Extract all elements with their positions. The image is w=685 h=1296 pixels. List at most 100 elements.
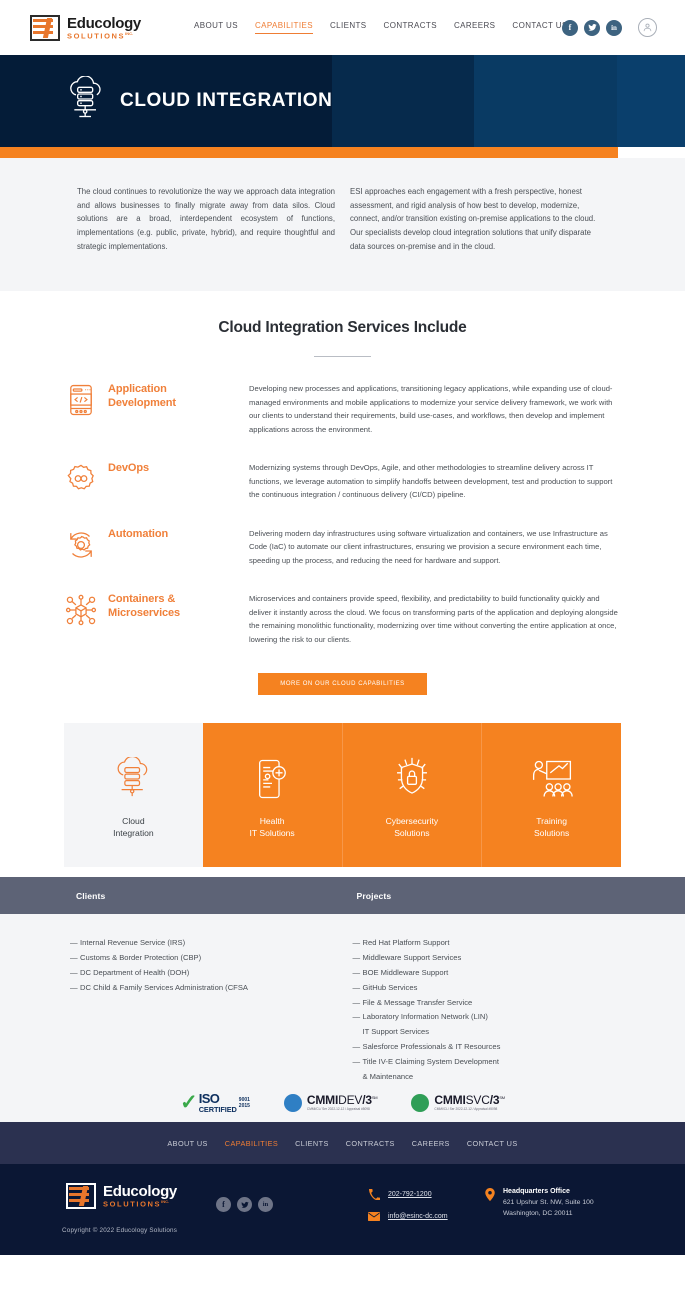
- footer-nav-item-clients[interactable]: CLIENTS: [295, 1139, 329, 1148]
- service-name-containers-microservices: Containers & Microservices: [108, 593, 181, 620]
- footer-address: Headquarters Office 621 Upshur St. NW, S…: [485, 1188, 594, 1218]
- footer-phone-row: 202-792-1200: [368, 1188, 448, 1200]
- nav-item-about-us[interactable]: ABOUT US: [194, 21, 238, 34]
- facebook-icon[interactable]: f: [216, 1197, 231, 1213]
- tile-label-training-solutions: Training Solutions: [533, 815, 570, 839]
- clients-projects-section: Clients — Internal Revenue Service (IRS) …: [0, 877, 685, 1084]
- footer-social-group: f in: [216, 1197, 273, 1213]
- service-desc-application-development: Developing new processes and application…: [249, 384, 613, 434]
- footer-email-row: info@esinc-dc.com: [368, 1210, 448, 1222]
- clients-header: Clients: [0, 877, 343, 915]
- certifications-bar: ✓ ISO CERTIFIED 9001 2015 CMMIDEV/3SM CMM…: [0, 1083, 685, 1123]
- address-line-1: 621 Upshur St. NW, Suite 100: [503, 1199, 594, 1207]
- educology-logo-icon: [30, 14, 60, 41]
- phone-icon: [368, 1188, 380, 1200]
- footer-email-link[interactable]: info@esinc-dc.com: [388, 1213, 448, 1220]
- footer-contact: 202-792-1200 info@esinc-dc.com: [368, 1188, 448, 1232]
- service-desc-automation: Delivering modern day infrastructures us…: [249, 528, 608, 565]
- site-header: Educology SOLUTIONSINC. ABOUT US CAPABIL…: [0, 0, 685, 55]
- training-board-icon: [531, 757, 573, 801]
- clients-heading: Clients: [76, 890, 106, 901]
- intro-section: The cloud continues to revolutionize the…: [0, 158, 685, 292]
- list-item: — Laboratory Information Network (LIN) IT…: [352, 1012, 488, 1037]
- services-title: Cloud Integration Services Include: [218, 319, 467, 337]
- service-desc-devops: Modernizing systems through DevOps, Agil…: [249, 463, 613, 500]
- list-item: — Red Hat Platform Support: [352, 938, 450, 948]
- linkedin-icon[interactable]: in: [606, 19, 622, 36]
- tile-cybersecurity-solutions[interactable]: Cybersecurity Solutions: [342, 723, 483, 868]
- list-item: — DC Child & Family Services Administrati…: [70, 982, 248, 992]
- list-item: — Customs & Border Protection (CBP): [70, 953, 202, 963]
- map-pin-icon: [485, 1188, 495, 1218]
- footer-nav-item-capabilities[interactable]: CAPABILITIES: [225, 1139, 278, 1148]
- footer-phone-link[interactable]: 202-792-1200: [388, 1191, 432, 1198]
- service-row-application-development: Application Development Developing new pr…: [0, 380, 685, 436]
- projects-header: Projects: [342, 877, 685, 915]
- list-item: — File & Message Transfer Service: [352, 997, 473, 1007]
- copyright-text: Copyright © 2022 Educology Solutions: [62, 1227, 178, 1235]
- footer-nav-item-contracts[interactable]: CONTRACTS: [346, 1139, 395, 1148]
- twitter-icon[interactable]: [237, 1197, 252, 1213]
- tile-label-health-it-solutions: Health IT Solutions: [249, 815, 295, 839]
- list-item: — Middleware Support Services: [352, 953, 462, 963]
- list-item: — Title IV-E Claiming System Development …: [352, 1056, 499, 1081]
- tile-health-it-solutions[interactable]: Health IT Solutions: [202, 723, 343, 868]
- footer-logo-sub: SOLUTIONSINC.: [103, 1199, 170, 1209]
- user-account-icon[interactable]: [638, 18, 657, 37]
- logo-sub: SOLUTIONSINC.: [67, 30, 134, 40]
- iso-label: ISO: [198, 1091, 220, 1107]
- tile-training-solutions[interactable]: Training Solutions: [482, 723, 621, 868]
- hero-title: CLOUD INTEGRATION: [120, 90, 333, 111]
- header-logo[interactable]: Educology SOLUTIONSINC.: [30, 14, 141, 41]
- nav-item-clients[interactable]: CLIENTS: [330, 21, 367, 34]
- linkedin-icon[interactable]: in: [258, 1197, 273, 1213]
- service-name-application-development: Application Development: [108, 383, 176, 409]
- nav-item-contracts[interactable]: CONTRACTS: [384, 21, 437, 34]
- cmmi-globe-green-icon: [411, 1093, 430, 1112]
- footer-logo-name: Educology: [103, 1183, 177, 1201]
- footer-nav-item-about-us[interactable]: ABOUT US: [167, 1139, 207, 1148]
- address-line-2: Washington, DC 20011: [503, 1209, 573, 1217]
- list-item: — BOE Middleware Support: [352, 968, 449, 978]
- footer-nav-item-contact-us[interactable]: CONTACT US: [467, 1139, 518, 1148]
- nav-item-capabilities[interactable]: CAPABILITIES: [254, 21, 313, 34]
- cloud-server-icon: [113, 756, 153, 801]
- list-item: — Salesforce Professionals & IT Resources: [352, 1042, 501, 1051]
- service-name-automation: Automation: [108, 527, 169, 540]
- iso-9001-badge: ✓ ISO CERTIFIED 9001 2015: [180, 1092, 250, 1113]
- list-item: — DC Department of Health (DOH): [70, 968, 190, 978]
- capability-tiles: Cloud Integration Health IT Solutions Cy…: [64, 723, 621, 868]
- gear-refresh-icon: [64, 528, 98, 562]
- cmmi-globe-blue-icon: [283, 1093, 302, 1112]
- clients-list: — Internal Revenue Service (IRS) — Customs…: [0, 914, 343, 1084]
- nav-item-contact-us[interactable]: CONTACT US: [512, 21, 567, 34]
- iso-certified-label: CERTIFIED: [198, 1105, 237, 1115]
- more-cloud-capabilities-button[interactable]: MORE ON OUR CLOUD CAPABILITIES: [258, 673, 427, 696]
- facebook-icon[interactable]: f: [562, 19, 578, 36]
- tile-label-cloud-integration: Cloud Integration: [113, 815, 154, 839]
- service-desc-containers-microservices: Microservices and containers provide spe…: [249, 594, 618, 644]
- projects-list: — Red Hat Platform Support — Middleware Su…: [342, 914, 685, 1084]
- cmmi-dev-badge: CMMIDEV/3SM CMMI/CL/ Ser 2022-12-12 / Ap…: [283, 1093, 378, 1112]
- educology-logo-icon: [66, 1183, 96, 1210]
- intro-paragraph-right: ESI approaches each engagement with a fr…: [350, 187, 596, 251]
- address-title: Headquarters Office: [503, 1188, 570, 1196]
- service-row-devops: DevOps Modernizing systems through DevOp…: [0, 459, 685, 502]
- iso-years: 9001 2015: [238, 1097, 250, 1110]
- footer-logo[interactable]: Educology SOLUTIONSINC.: [66, 1183, 177, 1210]
- gear-infinity-icon: [64, 462, 98, 496]
- nav-item-careers[interactable]: CAREERS: [454, 21, 495, 34]
- list-item: — Internal Revenue Service (IRS): [70, 938, 186, 948]
- tile-cloud-integration[interactable]: Cloud Integration: [64, 723, 203, 868]
- footer-main: Educology SOLUTIONSINC. Copyright © 2022…: [0, 1164, 685, 1256]
- cmmi-svc-badge: CMMISVC/3SM CMMI/CL/ Ser 2022-12-12 / Ap…: [411, 1093, 505, 1112]
- projects-heading: Projects: [356, 890, 392, 901]
- twitter-icon[interactable]: [584, 19, 600, 36]
- envelope-icon: [368, 1210, 380, 1222]
- mobile-code-icon: [64, 383, 98, 417]
- hero-banner: CLOUD INTEGRATION: [0, 55, 685, 147]
- shield-lock-icon: [392, 757, 432, 801]
- cmmi-svc-sub: CMMI/CL/ Ser 2022-12-12 / Appraisal #509…: [434, 1107, 498, 1112]
- footer-nav-item-careers[interactable]: CAREERS: [412, 1139, 450, 1148]
- health-mobile-icon: [254, 757, 290, 801]
